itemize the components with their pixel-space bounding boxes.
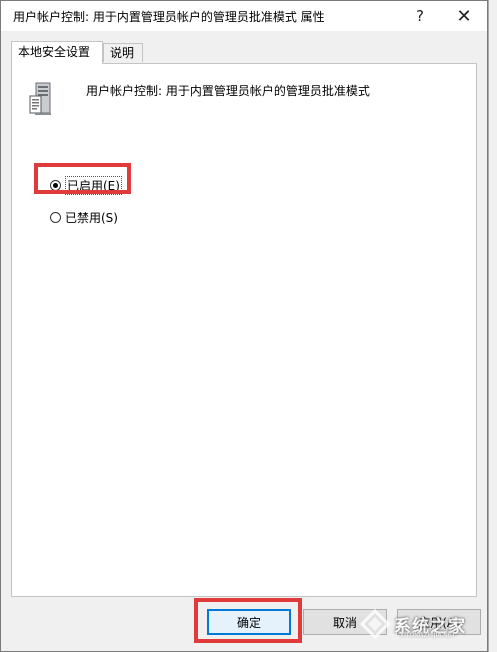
tab-panel: 用户帐户控制: 用于内置管理员帐户的管理员批准模式 已启用(E) 已禁用(S) xyxy=(11,63,477,597)
help-button[interactable]: ? xyxy=(403,1,437,31)
window-title: 用户帐户控制: 用于内置管理员帐户的管理员批准模式 属性 xyxy=(13,10,325,24)
close-icon: ✕ xyxy=(456,5,472,27)
tab-local-security-setting[interactable]: 本地安全设置 xyxy=(11,41,103,64)
policy-name: 用户帐户控制: 用于内置管理员帐户的管理员批准模式 xyxy=(86,84,370,98)
tab-explain[interactable]: 说明 xyxy=(103,43,143,62)
disabled-radio[interactable] xyxy=(50,212,61,223)
disabled-label[interactable]: 已禁用(S) xyxy=(65,209,118,226)
cancel-button[interactable]: 取消 xyxy=(303,609,387,635)
enabled-radio[interactable] xyxy=(50,180,61,191)
help-icon: ? xyxy=(416,7,424,25)
ok-button[interactable]: 确定 xyxy=(207,609,291,635)
close-button[interactable]: ✕ xyxy=(447,1,481,31)
server-policy-icon xyxy=(29,82,51,115)
apply-button[interactable]: 应用(A) xyxy=(397,609,481,635)
title-bar[interactable]: 用户帐户控制: 用于内置管理员帐户的管理员批准模式 属性 ? ✕ xyxy=(1,1,487,31)
properties-dialog: 用户帐户控制: 用于内置管理员帐户的管理员批准模式 属性 ? ✕ 本地安全设置 … xyxy=(0,0,488,652)
enabled-option[interactable]: 已启用(E) xyxy=(50,176,122,195)
background-window-edge xyxy=(488,0,497,652)
disabled-option[interactable]: 已禁用(S) xyxy=(50,209,118,226)
enabled-label[interactable]: 已启用(E) xyxy=(65,176,122,195)
